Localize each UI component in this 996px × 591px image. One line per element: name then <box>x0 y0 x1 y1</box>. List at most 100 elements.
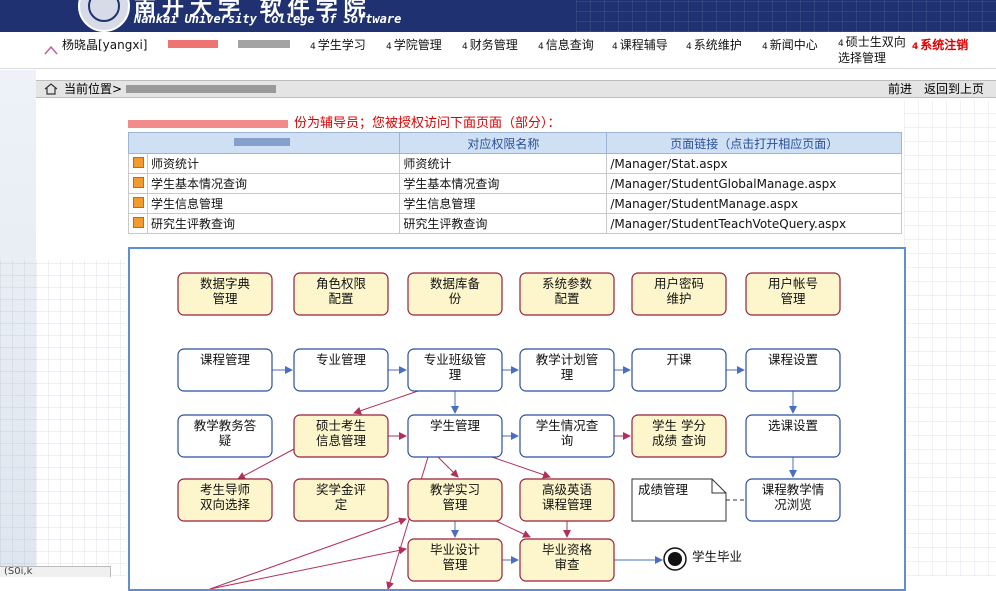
flow-node-label: 成绩管理 <box>638 482 689 497</box>
flow-node-label: 毕业资格 <box>542 542 593 557</box>
banner-pattern <box>576 0 996 32</box>
flow-node-label: 系统参数 <box>542 276 593 291</box>
flow-node-label: 维护 <box>666 291 691 306</box>
flow-node-label: 况浏览 <box>774 497 812 512</box>
bullet-icon: 4 <box>462 42 468 52</box>
nav-item-master-select[interactable]: 4 硕士生双向 选择管理 <box>838 35 906 65</box>
flow-node-label: 配置 <box>328 291 353 306</box>
flow-arrow <box>209 546 407 589</box>
flow-node-label: 用户帐号 <box>768 276 818 291</box>
flow-node: 用户帐号管理 <box>745 272 841 316</box>
right-pattern <box>904 100 996 576</box>
bullet-icon: 4 <box>538 42 544 52</box>
nav-item-system-maint[interactable]: 4 系统维护 <box>686 38 742 54</box>
page-icon <box>132 216 144 228</box>
flow-node-label: 课程管理 <box>200 352 251 367</box>
flow-node: 高级英语课程管理 <box>519 478 615 522</box>
row-page-link[interactable]: /Manager/Stat.aspx <box>606 153 902 174</box>
flow-node: 专业管理 <box>293 348 389 392</box>
flow-node: 课程管理 <box>177 348 273 392</box>
flow-node-label: 份 <box>449 291 462 306</box>
flow-node-label: 用户密码 <box>654 276 704 291</box>
flow-node: 学生 学分成绩 查询 <box>631 414 727 458</box>
nav-item-student-study[interactable]: 4 学生学习 <box>310 38 366 54</box>
nav-item-finance[interactable]: 4 财务管理 <box>462 38 518 54</box>
flow-node-label: 信息管理 <box>316 433 367 448</box>
user-icon <box>44 45 58 55</box>
flow-node-label: 教学实习 <box>430 482 480 497</box>
flow-node-label: 疑 <box>219 433 232 448</box>
flow-node-label: 教学计划管 <box>536 352 599 367</box>
flow-node: 成绩管理 <box>631 478 727 522</box>
forward-link[interactable]: 前进 <box>888 81 912 97</box>
flow-node-label: 成绩 查询 <box>652 433 706 448</box>
bullet-icon: 4 <box>912 42 919 52</box>
row-page-name[interactable]: 学生信息管理 <box>146 193 401 214</box>
flow-node-label: 教学教务答 <box>194 418 257 433</box>
row-page-link[interactable]: /Manager/StudentManage.aspx <box>606 193 902 214</box>
breadcrumb-prefix: 当前位置> <box>64 82 123 96</box>
nav-item-obscured-1[interactable] <box>162 38 224 50</box>
flow-node-label: 理 <box>561 367 574 382</box>
row-page-name[interactable]: 研究生评教查询 <box>146 213 401 234</box>
flow-node: 开课 <box>631 348 727 392</box>
flow-node: 学生情况查询 <box>519 414 615 458</box>
flow-node: 系统参数配置 <box>519 272 615 316</box>
table-row: 学生基本情况查询 学生基本情况查询 /Manager/StudentGlobal… <box>128 173 902 194</box>
row-permission-name: 研究生评教查询 <box>399 213 608 234</box>
flow-arrow <box>495 520 531 538</box>
flow-node-label: 学生情况查 <box>536 418 599 433</box>
page-icon <box>132 176 144 188</box>
breadcrumb-path-obscured <box>126 85 276 93</box>
flow-node: 专业班级管理 <box>407 348 503 392</box>
row-icon-cell <box>128 153 148 174</box>
row-page-link[interactable]: /Manager/StudentGlobalManage.aspx <box>606 173 902 194</box>
nav-item-info-query[interactable]: 4 信息查询 <box>538 38 594 54</box>
nav-item-course-tutor[interactable]: 4 课程辅导 <box>612 38 668 54</box>
column-header-page <box>127 132 401 154</box>
end-state-dot <box>668 552 682 566</box>
nav-item-obscured-2[interactable] <box>236 38 294 50</box>
table-header-row: 对应权限名称 页面链接（点击打开相应页面） <box>127 132 902 154</box>
flow-node-label: 学生 学分 <box>652 418 706 433</box>
flow-node-label: 课程设置 <box>768 352 818 367</box>
flow-node: 选课设置 <box>745 414 841 458</box>
flow-node: 硕士考生信息管理 <box>293 414 389 458</box>
flow-arrow <box>209 517 407 589</box>
row-page-link[interactable]: /Manager/StudentTeachVoteQuery.aspx <box>606 213 902 234</box>
nav-item-logout[interactable]: 4 系统注销 <box>912 38 968 54</box>
bullet-icon: 4 <box>612 42 618 52</box>
flow-node-label: 双向选择 <box>200 497 251 512</box>
flow-node-label: 管理 <box>442 497 468 512</box>
back-link[interactable]: 返回到上页 <box>924 81 984 97</box>
flow-node: 数据库备份 <box>407 272 503 316</box>
row-page-name[interactable]: 师资统计 <box>146 153 401 174</box>
table-row: 师资统计 师资统计 /Manager/Stat.aspx <box>128 153 902 174</box>
nav-item-news[interactable]: 4 新闻中心 <box>762 38 818 54</box>
flow-node-label: 开课 <box>666 352 692 367</box>
flow-node: 用户密码维护 <box>631 272 727 316</box>
breadcrumb: 当前位置> 前进 返回到上页 <box>36 80 996 98</box>
bullet-icon: 4 <box>686 42 692 52</box>
flow-node: 教学计划管理 <box>519 348 615 392</box>
nav-item-college-admin[interactable]: 4 学院管理 <box>386 38 442 54</box>
flow-node-label: 高级英语 <box>542 482 592 497</box>
flow-node-label: 审查 <box>554 557 580 572</box>
end-state-label: 学生毕业 <box>692 549 742 564</box>
flow-node-label: 学生管理 <box>430 418 481 433</box>
row-permission-name: 学生基本情况查询 <box>399 173 608 194</box>
flow-svg: 数据字典管理角色权限配置数据库备份系统参数配置用户密码维护用户帐号管理课程管理专… <box>177 272 841 589</box>
top-nav: 杨晓晶[yangxi] 4 学生学习 4 学院管理 4 财务管理 4 信息查询 4 课程辅… <box>0 32 996 69</box>
flow-node: 考生导师双向选择 <box>177 478 273 522</box>
function-flow-diagram: 数据字典 管理 角色权限 配置 数据库备份系统参数 配置 用户密码 维护 用户帐号 管理 课程管理专… <box>128 247 906 591</box>
flow-node-label: 询 <box>561 433 574 448</box>
row-icon-cell <box>128 213 148 234</box>
row-page-name[interactable]: 学生基本情况查询 <box>146 173 401 194</box>
table-row: 研究生评教查询 研究生评教查询 /Manager/StudentTeachVot… <box>128 213 902 234</box>
flow-node: 教学实习管理 <box>407 478 503 522</box>
flow-node-label: 专业管理 <box>316 352 367 367</box>
flow-node-label: 角色权限 <box>316 276 367 291</box>
flow-node: 毕业设计管理 <box>407 538 503 582</box>
table-row: 学生信息管理 学生信息管理 /Manager/StudentManage.asp… <box>128 193 902 214</box>
side-pattern <box>0 260 126 576</box>
